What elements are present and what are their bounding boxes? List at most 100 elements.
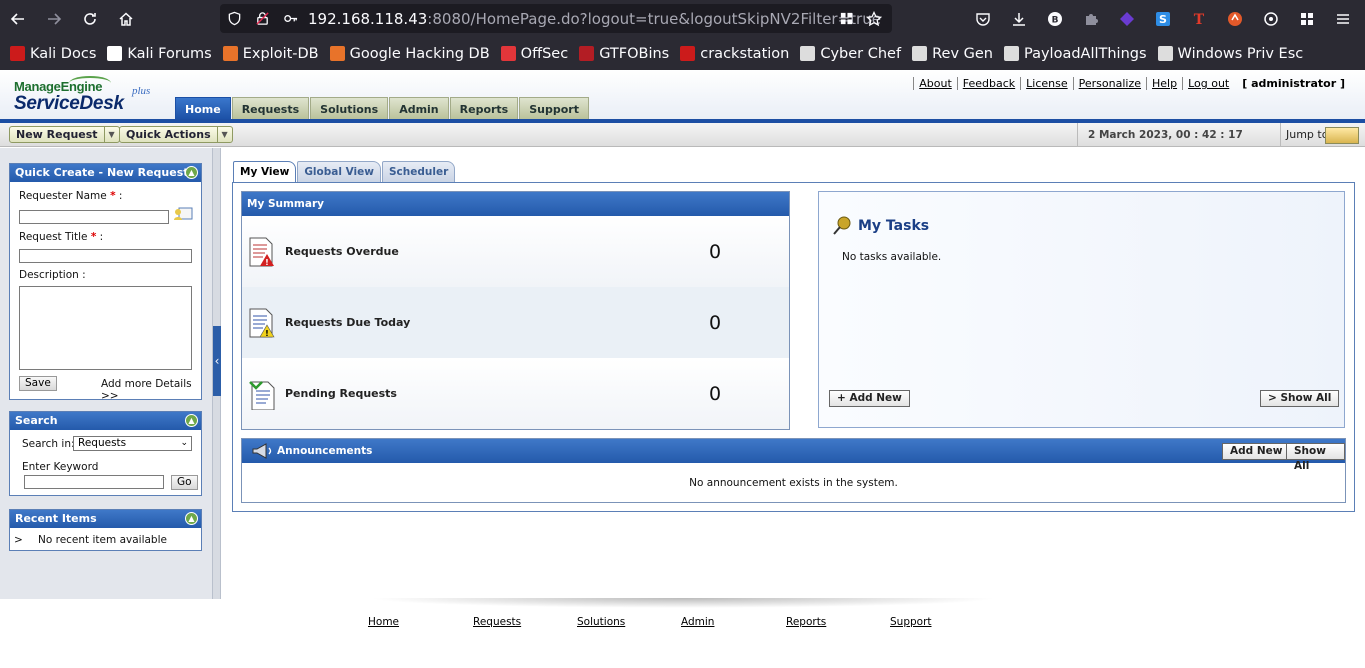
license-link[interactable]: License (1020, 77, 1072, 90)
overdue-count[interactable]: 0 (709, 241, 769, 263)
quick-actions-button[interactable]: Quick Actions ▼ (119, 126, 233, 143)
extension-diamond-icon[interactable] (1109, 0, 1145, 37)
bookmark-item[interactable]: Google Hacking DB (329, 45, 490, 62)
servicedesk-logo[interactable]: ManageEngine ServiceDesk plus (14, 76, 164, 118)
view-tabs: My View Global View Scheduler (233, 161, 456, 184)
requester-name-input[interactable] (19, 210, 169, 224)
logout-link[interactable]: Log out (1182, 77, 1234, 90)
search-in-label: Search in: (22, 438, 75, 450)
bookmark-item[interactable]: Windows Priv Esc (1157, 46, 1303, 62)
app-header: ManageEngine ServiceDesk plus Home Reque… (0, 70, 1365, 120)
personalize-link[interactable]: Personalize (1072, 77, 1146, 90)
footer-support-link[interactable]: Support (890, 616, 950, 628)
bookmark-label: Google Hacking DB (349, 45, 490, 62)
show-all-announcements-button[interactable]: Show All (1286, 443, 1345, 472)
forward-button[interactable] (36, 0, 72, 37)
menu-icon[interactable] (1325, 0, 1361, 37)
shield-icon[interactable] (220, 11, 248, 26)
footer-admin-link[interactable]: Admin (681, 616, 786, 628)
search-module-select[interactable]: Requests ⌄ (73, 436, 192, 451)
tab-requests[interactable]: Requests (231, 97, 310, 120)
bookmark-item[interactable]: Kali Forums (107, 46, 212, 62)
pending-label[interactable]: Pending Requests (285, 387, 709, 400)
bookmark-item[interactable]: Exploit-DB (222, 45, 319, 62)
add-more-details-link[interactable]: Add more Details >> (101, 378, 201, 402)
summary-row-overdue[interactable]: ! Requests Overdue 0 (242, 216, 789, 287)
bookmark-item[interactable]: OffSec (500, 46, 568, 62)
collapse-icon[interactable]: ▲ (185, 414, 198, 427)
about-link[interactable]: About (913, 77, 957, 90)
tab-scheduler[interactable]: Scheduler (381, 161, 456, 183)
extension-burp-icon[interactable] (1217, 0, 1253, 37)
due-today-count[interactable]: 0 (709, 312, 769, 334)
show-all-tasks-button[interactable]: > Show All (1260, 390, 1340, 407)
url-bar[interactable]: 192.168.118.43:8080/HomePage.do?logout=t… (220, 4, 892, 33)
extensions-icon[interactable] (1289, 0, 1325, 37)
bookmark-item[interactable]: Rev Gen (912, 46, 993, 62)
quick-create-header: Quick Create - New Request ▲ (10, 164, 201, 182)
new-request-button[interactable]: New Request ▼ (9, 126, 120, 143)
description-textarea[interactable] (19, 286, 192, 370)
key-icon[interactable] (276, 11, 304, 26)
extension-b-icon[interactable]: B (1037, 0, 1073, 37)
action-bar: New Request ▼ Quick Actions ▼ 2 March 20… (0, 123, 1365, 147)
sidebar-splitter[interactable]: ‹ (212, 148, 221, 599)
tab-admin[interactable]: Admin (389, 97, 449, 120)
chevron-down-icon[interactable]: ▼ (105, 127, 119, 142)
recent-items-title: Recent Items (15, 512, 97, 525)
recent-bullet: > (14, 534, 23, 546)
request-title-input[interactable] (19, 249, 192, 263)
footer-solutions-link[interactable]: Solutions (577, 616, 681, 628)
bookmark-item[interactable]: GTFOBins (579, 46, 669, 62)
bookmark-star-icon[interactable] (860, 10, 888, 27)
footer-requests-link[interactable]: Requests (473, 616, 577, 628)
tab-home[interactable]: Home (175, 97, 231, 120)
tab-my-view[interactable]: My View (233, 161, 297, 184)
extension-gear-icon[interactable] (1253, 0, 1289, 37)
pocket-icon[interactable] (965, 0, 1001, 37)
insecure-lock-icon[interactable] (248, 11, 276, 26)
jump-to-hand-icon[interactable] (1325, 127, 1359, 144)
footer-reports-link[interactable]: Reports (786, 616, 890, 628)
add-task-button[interactable]: + Add New (829, 390, 910, 407)
bookmark-label: Exploit-DB (242, 45, 319, 62)
overdue-label[interactable]: Requests Overdue (285, 245, 709, 258)
main-tabs: Home Requests Solutions Admin Reports Su… (175, 97, 590, 120)
help-link[interactable]: Help (1146, 77, 1182, 90)
quick-actions-label: Quick Actions (120, 127, 218, 142)
tab-global-view[interactable]: Global View (297, 161, 381, 183)
footer-home-link[interactable]: Home (368, 616, 473, 628)
reload-button[interactable] (72, 0, 108, 37)
requester-lookup-icon[interactable] (173, 206, 193, 223)
home-button[interactable] (108, 0, 144, 37)
tab-reports[interactable]: Reports (449, 97, 519, 120)
due-today-document-icon: ! (248, 307, 278, 339)
tab-solutions[interactable]: Solutions (310, 97, 389, 120)
go-button[interactable]: Go (171, 475, 198, 490)
summary-row-due-today[interactable]: ! Requests Due Today 0 (242, 287, 789, 358)
tab-support[interactable]: Support (519, 97, 589, 120)
save-button[interactable]: Save (19, 376, 57, 391)
collapse-icon[interactable]: ▲ (185, 166, 198, 179)
bookmark-item[interactable]: Cyber Chef (800, 46, 901, 62)
bookmark-label: GTFOBins (599, 45, 670, 62)
extension-s-icon[interactable]: S (1145, 0, 1181, 37)
downloads-icon[interactable] (1001, 0, 1037, 37)
back-button[interactable] (0, 0, 36, 37)
pending-count[interactable]: 0 (709, 383, 769, 405)
add-announcement-button[interactable]: Add New (1222, 443, 1291, 460)
cyberchef-icon (800, 46, 816, 61)
extension-puzzle-icon[interactable] (1073, 0, 1109, 37)
bookmark-item[interactable]: Kali Docs (10, 46, 96, 62)
collapse-icon[interactable]: ▲ (185, 512, 198, 525)
collapse-sidebar-icon[interactable]: ‹ (213, 326, 221, 396)
due-today-label[interactable]: Requests Due Today (285, 316, 709, 329)
bookmark-item[interactable]: crackstation (680, 46, 789, 62)
extension-t-icon[interactable]: T (1181, 0, 1217, 37)
bookmark-item[interactable]: PayloadAllThings (1003, 46, 1147, 62)
summary-row-pending[interactable]: Pending Requests 0 (242, 358, 789, 429)
reader-view-icon[interactable] (832, 11, 860, 26)
feedback-link[interactable]: Feedback (956, 77, 1020, 90)
chevron-down-icon[interactable]: ▼ (218, 127, 232, 142)
keyword-input[interactable] (24, 475, 164, 489)
